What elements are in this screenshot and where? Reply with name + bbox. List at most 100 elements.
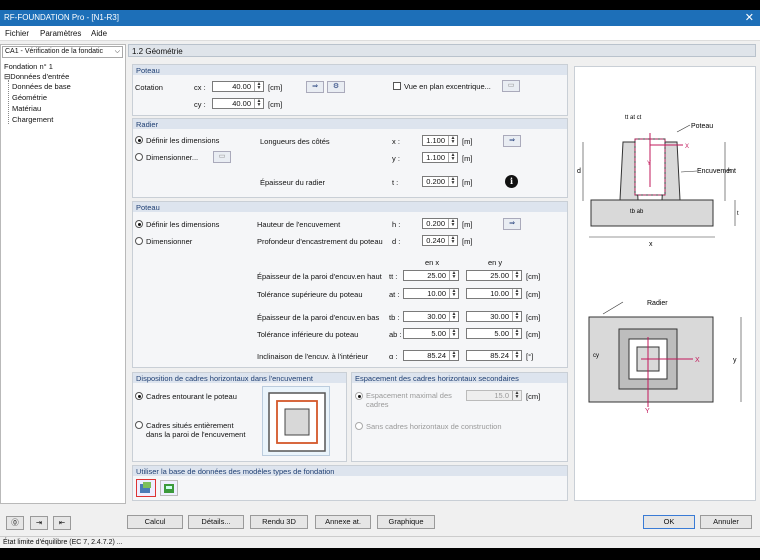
frames-around-label[interactable]: Cadres entourant le poteau	[146, 392, 237, 401]
help-icon[interactable]: ⓪	[6, 516, 24, 530]
calc-button[interactable]: Calcul	[127, 515, 183, 529]
slab-y-value: 1.100	[426, 153, 445, 162]
annex-button[interactable]: Annexe at.	[315, 515, 371, 529]
socket-d-input[interactable]: 0.240 ▲ ▼	[422, 235, 458, 246]
alpha-x-input[interactable]: 85.24 ▲ ▼	[403, 350, 459, 361]
spinner-icon[interactable]: ▲ ▼	[512, 271, 521, 280]
spinner-icon[interactable]: ▲ ▼	[512, 391, 521, 400]
spinner-icon[interactable]: ▲ ▼	[449, 351, 458, 360]
ab-y-input[interactable]: 5.00 ▲ ▼	[466, 328, 522, 339]
database-open-button[interactable]	[136, 479, 156, 497]
at-x-input[interactable]: 10.00 ▲ ▼	[403, 288, 459, 299]
cy-input[interactable]: 40.00 ▲ ▼	[212, 98, 264, 109]
ok-button[interactable]: OK	[643, 515, 695, 529]
ab-x-input[interactable]: 5.00 ▲ ▼	[403, 328, 459, 339]
section-title-text: 1.2 Géométrie	[132, 47, 183, 56]
col-header-y: en y	[488, 258, 503, 267]
frames-inside-radio[interactable]	[135, 421, 143, 429]
socket-define-label[interactable]: Définir les dimensions	[146, 220, 219, 229]
spinner-icon[interactable]: ▲ ▼	[448, 136, 457, 145]
tree-item-loading[interactable]: Chargement	[12, 115, 53, 124]
tree-group-label: Données d'entrée	[10, 72, 70, 81]
export-icon[interactable]: ⇤	[53, 516, 71, 530]
slab-x-input[interactable]: 1.100 ▲ ▼	[422, 135, 458, 146]
spinner-icon[interactable]: ▲ ▼	[512, 312, 521, 321]
spinner-icon[interactable]: ▲ ▼	[449, 271, 458, 280]
slab-define-radio[interactable]	[135, 136, 143, 144]
spinner-icon[interactable]: ▲ ▼	[448, 177, 457, 186]
excentric-checkbox[interactable]	[393, 82, 401, 90]
excentric-edit-icon[interactable]: ▭	[502, 80, 520, 92]
database-save-button[interactable]	[160, 480, 178, 496]
max-spacing-input[interactable]: 15.0 ▲ ▼	[466, 390, 522, 401]
slab-t-input[interactable]: 0.200 ▲ ▼	[422, 176, 458, 187]
tb-label: tb :	[389, 313, 400, 322]
load-case-combo[interactable]: CA1 - Vérification de la fondatic ⌵	[2, 46, 123, 58]
chevron-down-icon: ⌵	[114, 48, 120, 55]
spinner-icon[interactable]: ▲ ▼	[512, 329, 521, 338]
spinner-icon[interactable]: ▲ ▼	[254, 82, 263, 91]
spinner-icon[interactable]: ▲ ▼	[448, 236, 457, 245]
max-spacing-value: 15.0	[494, 391, 509, 400]
at-label: at :	[389, 290, 400, 299]
socket-define-radio[interactable]	[135, 220, 143, 228]
menu-aide[interactable]: Aide	[91, 29, 107, 38]
spinner-icon[interactable]: ▲ ▼	[512, 351, 521, 360]
frames-inside-label-1[interactable]: Cadres situés entièrement	[146, 421, 234, 430]
socket-h-value: 0.200	[426, 219, 445, 228]
tt-y-input[interactable]: 25.00 ▲ ▼	[466, 270, 522, 281]
cancel-button[interactable]: Annuler	[700, 515, 752, 529]
socket-library-icon[interactable]: ⇒	[503, 218, 521, 230]
excentric-label[interactable]: Vue en plan excentrique...	[404, 82, 491, 91]
at-unit: [cm]	[526, 290, 541, 299]
spinner-icon[interactable]: ▲ ▼	[512, 289, 521, 298]
slab-dimension-radio[interactable]	[135, 153, 143, 161]
tb-y-input[interactable]: 30.00 ▲ ▼	[466, 311, 522, 322]
frames-around-radio[interactable]	[135, 392, 143, 400]
axis-y-label: Y	[645, 408, 650, 415]
spinner-icon[interactable]: ▲ ▼	[449, 312, 458, 321]
alpha-x-value: 85.24	[427, 351, 446, 360]
tt-x-input[interactable]: 25.00 ▲ ▼	[403, 270, 459, 281]
details-button[interactable]: Détails...	[188, 515, 244, 529]
menu-fichier[interactable]: Fichier	[5, 29, 29, 38]
alpha-y-input[interactable]: 85.24 ▲ ▼	[466, 350, 522, 361]
alpha-label: α :	[389, 352, 398, 361]
frames-inside-label-2[interactable]: dans la paroi de l'encuvement	[146, 430, 245, 439]
menu-parametres[interactable]: Paramètres	[40, 29, 81, 38]
slab-library-icon[interactable]: ⇒	[503, 135, 521, 147]
library-icon[interactable]: ⇒	[306, 81, 324, 93]
slab-dimension-label[interactable]: Dimensionner...	[146, 153, 198, 162]
tree-item-geometry[interactable]: Géométrie	[12, 93, 47, 102]
status-text: État limite d'équilibre (EC 7, 2.4.7.2) …	[3, 539, 123, 546]
socket-h-input[interactable]: 0.200 ▲ ▼	[422, 218, 458, 229]
graphic-button[interactable]: Graphique	[377, 515, 435, 529]
max-spacing-label-2: cadres	[366, 400, 389, 409]
spinner-icon[interactable]: ▲ ▼	[449, 289, 458, 298]
tb-x-input[interactable]: 30.00 ▲ ▼	[403, 311, 459, 322]
tree-item-material[interactable]: Matériau	[12, 104, 41, 113]
cx-value: 40.00	[232, 82, 251, 91]
slab-y-input[interactable]: 1.100 ▲ ▼	[422, 152, 458, 163]
spinner-icon[interactable]: ▲ ▼	[254, 99, 263, 108]
edit-icon[interactable]: ⚙	[327, 81, 345, 93]
cx-input[interactable]: 40.00 ▲ ▼	[212, 81, 264, 92]
tree-line	[8, 80, 9, 124]
no-frames-radio[interactable]	[355, 422, 363, 430]
spinner-icon[interactable]: ▲ ▼	[448, 219, 457, 228]
tree-group-input[interactable]: ⊟Données d'entrée	[4, 72, 69, 81]
close-icon[interactable]: ✕	[745, 11, 754, 24]
spinner-icon[interactable]: ▲ ▼	[448, 153, 457, 162]
tree-item-base-data[interactable]: Données de base	[12, 82, 71, 91]
socket-dimension-radio[interactable]	[135, 237, 143, 245]
render-3d-button[interactable]: Rendu 3D	[250, 515, 308, 529]
tree-root[interactable]: Fondation n° 1	[4, 62, 53, 71]
max-spacing-radio[interactable]	[355, 392, 363, 400]
info-icon[interactable]: i	[505, 175, 518, 188]
at-y-input[interactable]: 10.00 ▲ ▼	[466, 288, 522, 299]
import-icon[interactable]: ⇥	[30, 516, 48, 530]
slab-define-label[interactable]: Définir les dimensions	[146, 136, 219, 145]
spinner-icon[interactable]: ▲ ▼	[449, 329, 458, 338]
socket-dimension-label[interactable]: Dimensionner	[146, 237, 192, 246]
slab-dimension-edit-icon[interactable]: ▭	[213, 151, 231, 163]
